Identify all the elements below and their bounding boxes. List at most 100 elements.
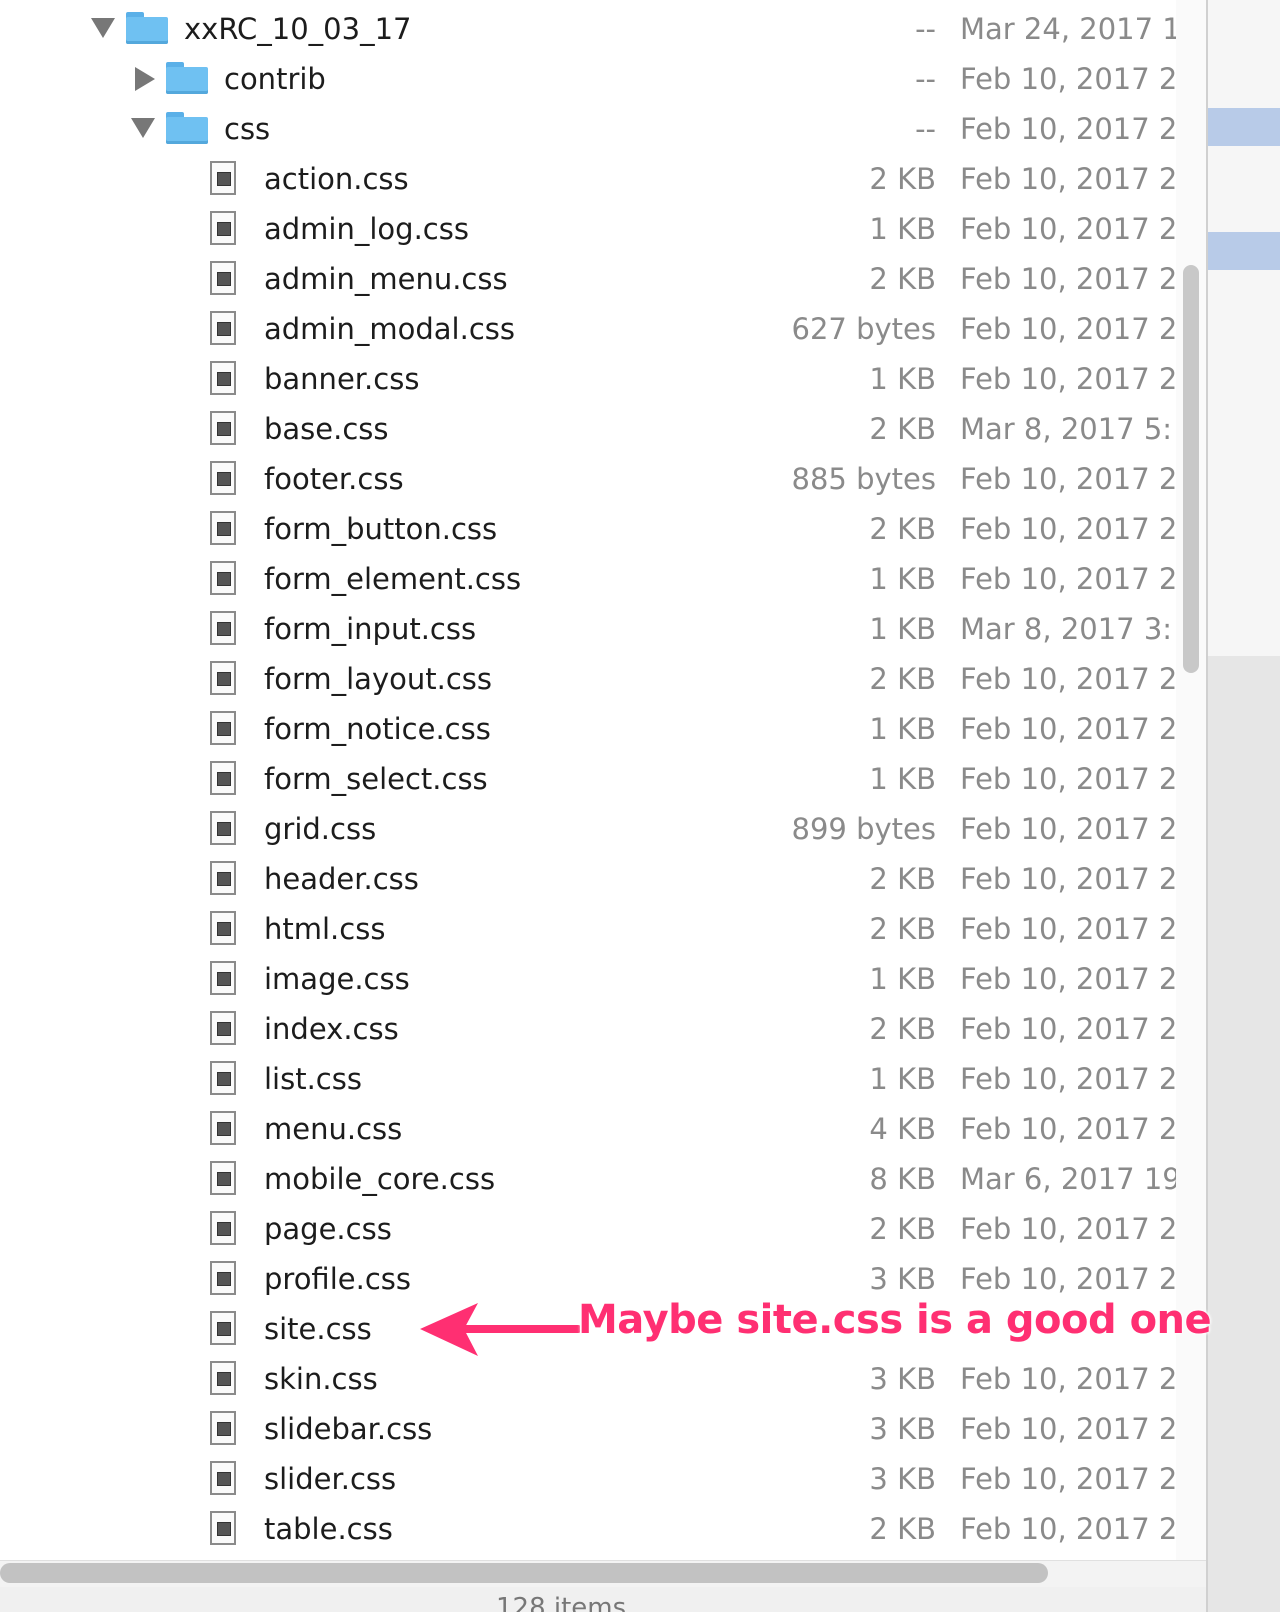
item-date-modified: Mar 6, 2017 19	[960, 1162, 1176, 1196]
file-row[interactable]: page.css 2 KB Feb 10, 2017 2	[0, 1204, 1176, 1254]
folder-icon	[126, 12, 168, 44]
item-date-modified: Feb 10, 2017 2	[960, 662, 1176, 696]
arrow-left-icon	[420, 1303, 580, 1356]
item-date-modified: Feb 10, 2017 2	[960, 162, 1176, 196]
item-size: 1 KB	[869, 362, 936, 396]
item-date-modified: Feb 10, 2017 2	[960, 462, 1176, 496]
file-row[interactable]: base.css 2 KB Mar 8, 2017 5:	[0, 404, 1176, 454]
horizontal-scrollbar-thumb[interactable]	[0, 1563, 1048, 1583]
file-row[interactable]: table.css 2 KB Feb 10, 2017 2	[0, 1504, 1176, 1554]
document-icon	[210, 361, 236, 395]
document-icon	[210, 1461, 236, 1495]
status-bar: 128 items	[0, 1587, 1206, 1612]
document-icon	[210, 1011, 236, 1045]
folder-row[interactable]: contrib -- Feb 10, 2017 2	[0, 54, 1176, 104]
file-row[interactable]: image.css 1 KB Feb 10, 2017 2	[0, 954, 1176, 1004]
document-icon	[210, 861, 236, 895]
item-date-modified: Feb 10, 2017 2	[960, 1262, 1176, 1296]
item-date-modified: Feb 10, 2017 2	[960, 1412, 1176, 1446]
folder-icon	[166, 62, 208, 94]
item-name: site.css	[264, 1312, 372, 1346]
item-name: html.css	[264, 912, 386, 946]
item-name: form_notice.css	[264, 712, 491, 746]
disclosure-triangle-down-icon[interactable]	[131, 118, 155, 138]
item-name: contrib	[224, 62, 326, 96]
item-date-modified: Feb 10, 2017 2	[960, 862, 1176, 896]
item-size: 885 bytes	[791, 462, 936, 496]
file-row[interactable]: form_element.css 1 KB Feb 10, 2017 2	[0, 554, 1176, 604]
item-name: admin_menu.css	[264, 262, 508, 296]
item-date-modified: Feb 10, 2017 2	[960, 1212, 1176, 1246]
vertical-scrollbar-thumb[interactable]	[1183, 265, 1199, 673]
item-date-modified: Feb 10, 2017 2	[960, 1012, 1176, 1046]
file-row[interactable]: slider.css 3 KB Feb 10, 2017 2	[0, 1454, 1176, 1504]
file-row[interactable]: grid.css 899 bytes Feb 10, 2017 2	[0, 804, 1176, 854]
file-row[interactable]: form_input.css 1 KB Mar 8, 2017 3:	[0, 604, 1176, 654]
item-size: 2 KB	[869, 862, 936, 896]
item-size: 2 KB	[869, 262, 936, 296]
document-icon	[210, 811, 236, 845]
item-size: 3 KB	[869, 1362, 936, 1396]
file-row[interactable]: index.css 2 KB Feb 10, 2017 2	[0, 1004, 1176, 1054]
document-icon	[210, 461, 236, 495]
item-name: grid.css	[264, 812, 377, 846]
item-name: css	[224, 112, 271, 146]
item-date-modified: Feb 10, 2017 2	[960, 562, 1176, 596]
file-row[interactable]: form_layout.css 2 KB Feb 10, 2017 2	[0, 654, 1176, 704]
annotation-text: Maybe site.css is a good one	[578, 1297, 1212, 1343]
item-date-modified: Feb 10, 2017 2	[960, 712, 1176, 746]
file-row[interactable]: mobile_core.css 8 KB Mar 6, 2017 19	[0, 1154, 1176, 1204]
file-row[interactable]: menu.css 4 KB Feb 10, 2017 2	[0, 1104, 1176, 1154]
file-row[interactable]: admin_log.css 1 KB Feb 10, 2017 2	[0, 204, 1176, 254]
document-icon	[210, 1211, 236, 1245]
document-icon	[210, 911, 236, 945]
item-size: 2 KB	[869, 912, 936, 946]
item-date-modified: Mar 8, 2017 5:	[960, 412, 1173, 446]
item-size: 2 KB	[869, 512, 936, 546]
folder-row[interactable]: css -- Feb 10, 2017 2	[0, 104, 1176, 154]
file-row[interactable]: admin_modal.css 627 bytes Feb 10, 2017 2	[0, 304, 1176, 354]
folder-row[interactable]: xxRC_10_03_17 -- Mar 24, 2017 1	[0, 4, 1176, 54]
file-row[interactable]: slidebar.css 3 KB Feb 10, 2017 2	[0, 1404, 1176, 1454]
file-row[interactable]: list.css 1 KB Feb 10, 2017 2	[0, 1054, 1176, 1104]
item-name: slidebar.css	[264, 1412, 433, 1446]
disclosure-triangle-down-icon[interactable]	[91, 18, 115, 38]
file-row[interactable]: banner.css 1 KB Feb 10, 2017 2	[0, 354, 1176, 404]
file-row[interactable]: form_notice.css 1 KB Feb 10, 2017 2	[0, 704, 1176, 754]
file-row[interactable]: admin_menu.css 2 KB Feb 10, 2017 2	[0, 254, 1176, 304]
item-name: banner.css	[264, 362, 420, 396]
document-icon	[210, 711, 236, 745]
item-name: form_layout.css	[264, 662, 492, 696]
item-name: header.css	[264, 862, 419, 896]
item-size: 3 KB	[869, 1262, 936, 1296]
file-row[interactable]: form_button.css 2 KB Feb 10, 2017 2	[0, 504, 1176, 554]
item-date-modified: Feb 10, 2017 2	[960, 1462, 1176, 1496]
item-size: 1 KB	[869, 562, 936, 596]
document-icon	[210, 1411, 236, 1445]
file-row[interactable]: form_select.css 1 KB Feb 10, 2017 2	[0, 754, 1176, 804]
item-date-modified: Mar 8, 2017 3:	[960, 612, 1173, 646]
file-row[interactable]: action.css 2 KB Feb 10, 2017 2	[0, 154, 1176, 204]
right-pane-selection[interactable]	[1208, 232, 1280, 270]
file-row[interactable]: html.css 2 KB Feb 10, 2017 2	[0, 904, 1176, 954]
item-name: admin_log.css	[264, 212, 469, 246]
right-pane-selection[interactable]	[1208, 108, 1280, 146]
item-name: menu.css	[264, 1112, 403, 1146]
item-date-modified: Feb 10, 2017 2	[960, 312, 1176, 346]
item-size: 4 KB	[869, 1112, 936, 1146]
disclosure-triangle-right-icon[interactable]	[135, 67, 155, 91]
file-row[interactable]: skin.css 3 KB Feb 10, 2017 2	[0, 1354, 1176, 1404]
file-row[interactable]: footer.css 885 bytes Feb 10, 2017 2	[0, 454, 1176, 504]
item-size: 1 KB	[869, 712, 936, 746]
document-icon	[210, 311, 236, 345]
item-size: 2 KB	[869, 412, 936, 446]
item-size: --	[915, 12, 936, 46]
item-date-modified: Mar 24, 2017 1	[960, 12, 1176, 46]
right-pane	[1206, 0, 1280, 1612]
item-size: 2 KB	[869, 662, 936, 696]
document-icon	[210, 561, 236, 595]
item-date-modified: Feb 10, 2017 2	[960, 912, 1176, 946]
document-icon	[210, 411, 236, 445]
file-row[interactable]: header.css 2 KB Feb 10, 2017 2	[0, 854, 1176, 904]
item-name: page.css	[264, 1212, 392, 1246]
